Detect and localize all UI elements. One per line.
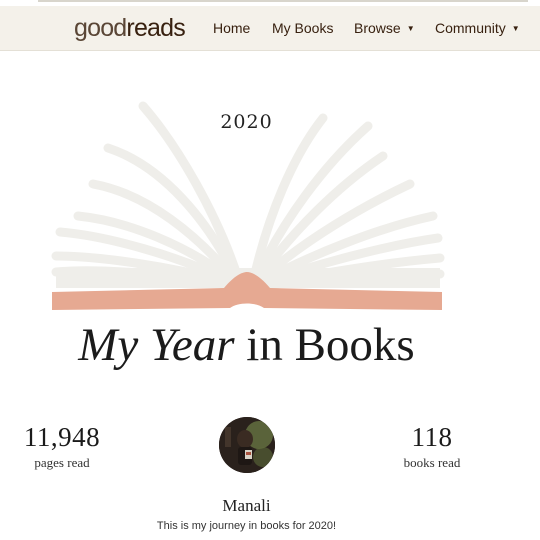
nav-home-label: Home	[213, 20, 251, 36]
nav-my-books[interactable]: My Books	[272, 20, 333, 36]
logo-part-good: good	[74, 14, 127, 42]
profile-photo-icon	[219, 417, 275, 473]
title-italic-part: My Year	[78, 319, 235, 371]
title-rest-part: in Books	[234, 319, 415, 371]
top-navbar: goodreads Home My Books Browse ▼ Communit…	[0, 6, 540, 51]
books-read-label: books read	[403, 455, 461, 470]
goodreads-logo[interactable]: goodreads	[74, 14, 186, 43]
nav-home[interactable]: Home	[213, 20, 250, 36]
profile-name[interactable]: Manali	[0, 496, 493, 516]
chevron-down-icon: ▼	[406, 24, 415, 33]
logo-part-reads: reads	[126, 14, 185, 42]
profile-tagline: This is my journey in books for 2020!	[156, 520, 337, 532]
books-read-value: 118	[411, 422, 453, 452]
avatar[interactable]	[219, 417, 275, 473]
pages-read-label: pages read	[34, 455, 90, 470]
nav-browse-label: Browse	[354, 20, 401, 36]
page-title: My Year in Books	[0, 318, 493, 372]
nav-my-books-label: My Books	[272, 20, 334, 36]
year-label: 2020	[220, 111, 273, 133]
nav-browse[interactable]: Browse ▼	[354, 20, 415, 36]
nav-community[interactable]: Community ▼	[435, 20, 520, 36]
chevron-down-icon: ▼	[511, 24, 520, 33]
nav-community-label: Community	[435, 20, 506, 36]
pages-read-value: 11,948	[23, 422, 101, 452]
